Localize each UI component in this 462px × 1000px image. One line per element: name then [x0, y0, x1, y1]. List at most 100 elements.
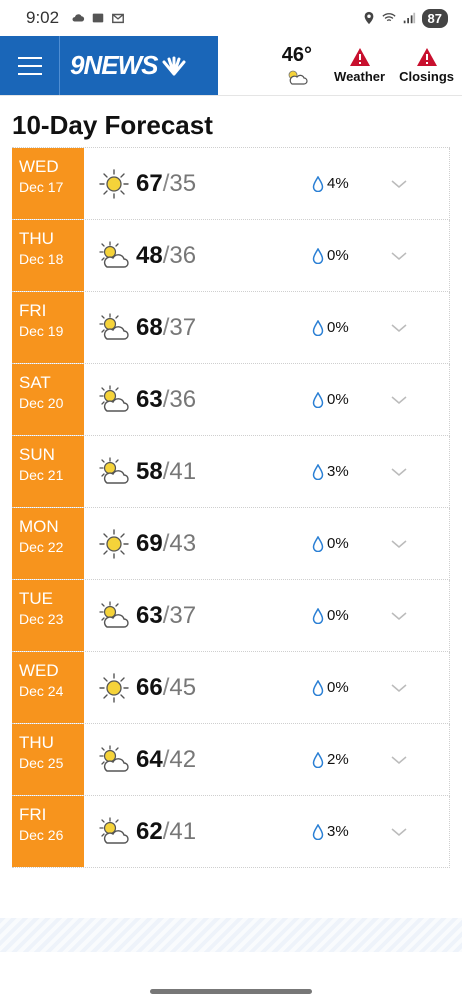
signal-icon: [403, 12, 415, 24]
battery-indicator: 87: [421, 8, 448, 28]
day-date: Dec 20: [19, 395, 64, 411]
temps: 63/36: [136, 386, 256, 414]
day-date: Dec 22: [19, 539, 64, 555]
day-cell: THU Dec 25: [12, 724, 84, 795]
forecast-row[interactable]: WED Dec 24 66/45 0%: [12, 652, 450, 724]
precip-value: 0%: [327, 607, 349, 624]
cloud-icon: [72, 14, 85, 22]
forecast-row[interactable]: SAT Dec 20 63/36 0%: [12, 364, 450, 436]
partly-cloudy-icon: [99, 384, 129, 412]
precip-chance: 0%: [312, 607, 372, 624]
precip-value: 4%: [327, 175, 349, 192]
temps: 67/35: [136, 170, 256, 198]
logo-text: 9NEWS: [70, 50, 158, 80]
temps: 62/41: [136, 818, 256, 846]
precip-chance: 0%: [312, 535, 372, 552]
forecast-row[interactable]: MON Dec 22 69/43 0%: [12, 508, 450, 580]
raindrop-icon: [312, 535, 324, 552]
high-temp: 68: [136, 313, 163, 341]
raindrop-icon: [312, 823, 324, 840]
temps: 58/41: [136, 458, 256, 486]
low-temp: 35: [169, 169, 197, 197]
day-cell: SUN Dec 21: [12, 436, 84, 507]
forecast-row[interactable]: THU Dec 25 64/42 2%: [12, 724, 450, 796]
raindrop-icon: [312, 751, 324, 768]
day-name: SUN: [19, 445, 55, 464]
high-temp: 48: [136, 241, 163, 269]
peacock-icon: [162, 56, 186, 75]
chevron-down-icon: [391, 395, 407, 404]
partly-cloudy-icon: [99, 816, 129, 844]
low-temp: 36: [169, 385, 197, 413]
warning-icon: [416, 48, 437, 66]
chevron-down-icon: [391, 755, 407, 764]
chevron-down-icon: [391, 611, 407, 620]
hamburger-icon-line: [17, 56, 42, 59]
partly-cloudy-icon: [99, 456, 129, 484]
high-temp: 66: [136, 673, 163, 701]
day-name: THU: [19, 229, 54, 248]
low-temp: 37: [169, 601, 197, 629]
home-gesture-bar[interactable]: [150, 989, 312, 994]
high-temp: 58: [136, 457, 163, 485]
forecast-row[interactable]: FRI Dec 19 68/37 0%: [12, 292, 450, 364]
day-date: Dec 23: [19, 611, 64, 627]
precip-chance: 3%: [312, 823, 372, 840]
ad-placeholder: [0, 918, 462, 952]
temps: 69/43: [136, 530, 256, 558]
chevron-down-icon: [391, 251, 407, 260]
precip-chance: 3%: [312, 463, 372, 480]
temps: 64/42: [136, 746, 256, 774]
high-temp: 62: [136, 817, 163, 845]
weather-alert-button[interactable]: Weather: [334, 47, 385, 84]
raindrop-icon: [312, 247, 324, 264]
low-temp: 41: [169, 457, 197, 485]
precip-chance: 4%: [312, 175, 372, 192]
day-cell: WED Dec 17: [12, 148, 84, 219]
chevron-down-icon: [391, 179, 407, 188]
day-name: THU: [19, 733, 54, 752]
wifi-icon: [381, 13, 396, 22]
menu-button[interactable]: [0, 36, 60, 95]
hamburger-icon-line: [17, 64, 42, 67]
news-app-icon: [92, 13, 104, 23]
day-name: MON: [19, 517, 59, 536]
day-name: FRI: [19, 805, 47, 824]
temps: 48/36: [136, 242, 256, 270]
low-temp: 42: [169, 745, 197, 773]
status-bar: 9:02 87: [0, 0, 462, 36]
precip-value: 3%: [327, 463, 349, 480]
low-temp: 45: [169, 673, 197, 701]
low-temp: 43: [169, 529, 197, 557]
app-header: 9NEWS 46° Weather Closings: [0, 36, 462, 96]
precip-value: 0%: [327, 679, 349, 696]
current-temp-widget[interactable]: 46°: [282, 44, 312, 87]
precip-chance: 0%: [312, 391, 372, 408]
status-left: 9:02: [26, 8, 125, 28]
precip-value: 0%: [327, 535, 349, 552]
day-cell: WED Dec 24: [12, 652, 84, 723]
forecast-row[interactable]: FRI Dec 26 62/41 3%: [12, 796, 450, 868]
gmail-icon: [112, 13, 125, 24]
partly-cloudy-icon: [99, 312, 129, 340]
day-date: Dec 25: [19, 755, 64, 771]
day-date: Dec 19: [19, 323, 64, 339]
forecast-row[interactable]: WED Dec 17 67/35 4%: [12, 148, 450, 220]
status-right: 87: [362, 8, 448, 28]
chevron-down-icon: [391, 827, 407, 836]
day-date: Dec 24: [19, 683, 64, 699]
forecast-row[interactable]: TUE Dec 23 63/37 0%: [12, 580, 450, 652]
temps: 66/45: [136, 674, 256, 702]
forecast-row[interactable]: THU Dec 18 48/36 0%: [12, 220, 450, 292]
day-date: Dec 17: [19, 179, 64, 195]
closings-alert-button[interactable]: Closings: [399, 47, 454, 84]
precip-chance: 0%: [312, 247, 372, 264]
raindrop-icon: [312, 463, 324, 480]
page-title: 10-Day Forecast: [12, 110, 213, 140]
weather-alert-label: Weather: [334, 69, 386, 84]
high-temp: 64: [136, 745, 163, 773]
logo[interactable]: 9NEWS: [60, 36, 218, 95]
forecast-list: WED Dec 17 67/35 4% THU Dec 18 48/36 0% FRI Dec 1…: [12, 147, 450, 868]
partly-cloudy-icon: [99, 240, 129, 268]
forecast-row[interactable]: SUN Dec 21 58/41 3%: [12, 436, 450, 508]
